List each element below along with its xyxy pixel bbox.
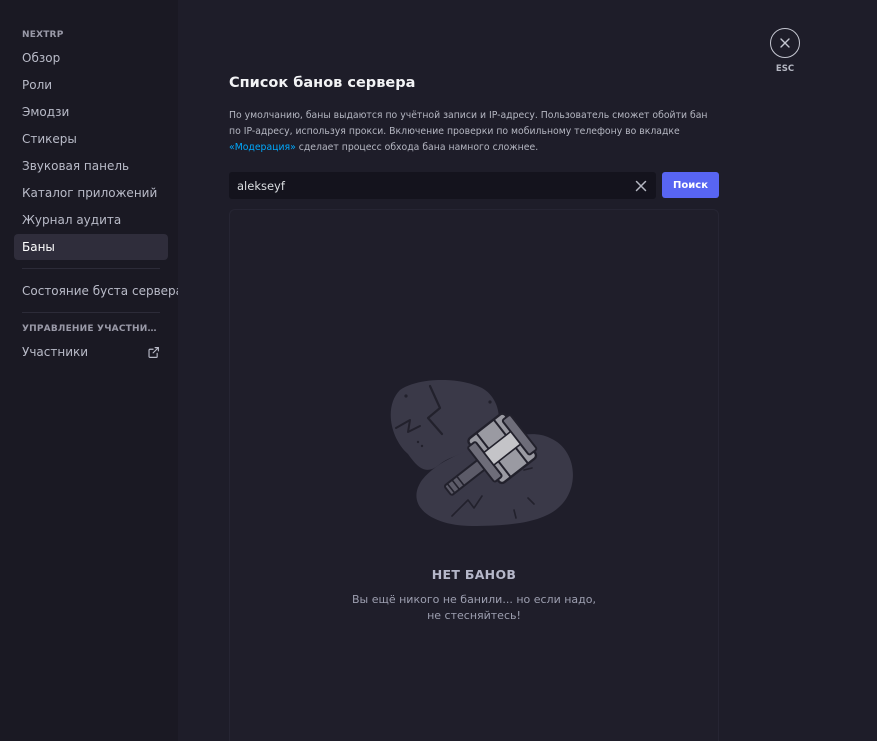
empty-state-line: не стесняйтесь!	[427, 609, 521, 622]
description-text-end: сделает процесс обхода бана намного слож…	[295, 142, 539, 153]
ban-search-row: Поиск	[229, 172, 719, 199]
sidebar-item-audit-log[interactable]: Журнал аудита	[14, 207, 168, 233]
sidebar-item-label: Роли	[22, 78, 53, 92]
settings-content: Список банов сервера По умолчанию, баны …	[178, 0, 877, 741]
members-management-header: УПРАВЛЕНИЕ УЧАСТНИКА...	[22, 324, 168, 334]
sidebar-item-overview[interactable]: Обзор	[14, 45, 168, 71]
sidebar-item-app-directory[interactable]: Каталог приложений	[14, 180, 168, 206]
empty-state-line: Вы ещё никого не банили... но если надо,	[351, 593, 596, 606]
sidebar-item-bans[interactable]: Баны	[14, 234, 168, 260]
empty-state-text: Вы ещё никого не банили... но если надо,…	[230, 592, 718, 624]
server-name-header: NEXTRP	[22, 30, 64, 40]
sidebar-item-label: Обзор	[22, 51, 61, 65]
description-text: По умолчанию, баны выдаются по учётной з…	[229, 110, 708, 137]
close-settings: ESC	[769, 28, 801, 74]
sidebar-item-label: Каталог приложений	[22, 186, 158, 200]
search-button[interactable]: Поиск	[662, 172, 719, 198]
sidebar-item-roles[interactable]: Роли	[14, 72, 168, 98]
bans-list-panel: НЕТ БАНОВ Вы ещё никого не банили... но …	[229, 209, 719, 741]
sidebar-item-emoji[interactable]: Эмодзи	[14, 99, 168, 125]
settings-sidebar: NEXTRP Обзор Роли Эмодзи Стикеры Звукова…	[0, 0, 183, 741]
sidebar-item-label: Стикеры	[22, 132, 77, 146]
sidebar-item-soundboard[interactable]: Звуковая панель	[14, 153, 168, 179]
moderation-link[interactable]: «Модерация»	[229, 142, 296, 153]
bans-description: По умолчанию, баны выдаются по учётной з…	[229, 108, 719, 156]
sidebar-item-members[interactable]: Участники	[14, 339, 168, 365]
esc-label: ESC	[775, 64, 795, 74]
sidebar-item-label: Участники	[22, 345, 89, 359]
sidebar-divider	[22, 312, 160, 313]
sidebar-item-label: Эмодзи	[22, 105, 70, 119]
external-link-icon	[148, 346, 159, 358]
sidebar-item-label: Состояние буста сервера	[22, 284, 183, 298]
empty-state-title: НЕТ БАНОВ	[431, 567, 517, 582]
sidebar-item-label: Баны	[22, 240, 55, 254]
close-icon	[780, 38, 790, 48]
bans-content: Список банов сервера По умолчанию, баны …	[229, 72, 719, 199]
ban-hammer-illustration	[390, 380, 573, 526]
settings-window: NEXTRP Обзор Роли Эмодзи Стикеры Звукова…	[0, 0, 877, 741]
close-button[interactable]	[770, 28, 800, 58]
sidebar-item-label: Звуковая панель	[22, 159, 130, 173]
page-title: Список банов сервера	[229, 75, 416, 91]
sidebar-item-label: Журнал аудита	[22, 213, 122, 227]
sidebar-item-boost-status[interactable]: Состояние буста сервера	[14, 278, 183, 304]
ban-search-input[interactable]	[237, 178, 634, 193]
sidebar-divider	[22, 268, 160, 269]
close-icon[interactable]	[634, 179, 648, 193]
ban-search-box	[229, 172, 656, 199]
sidebar-item-stickers[interactable]: Стикеры	[14, 126, 168, 152]
